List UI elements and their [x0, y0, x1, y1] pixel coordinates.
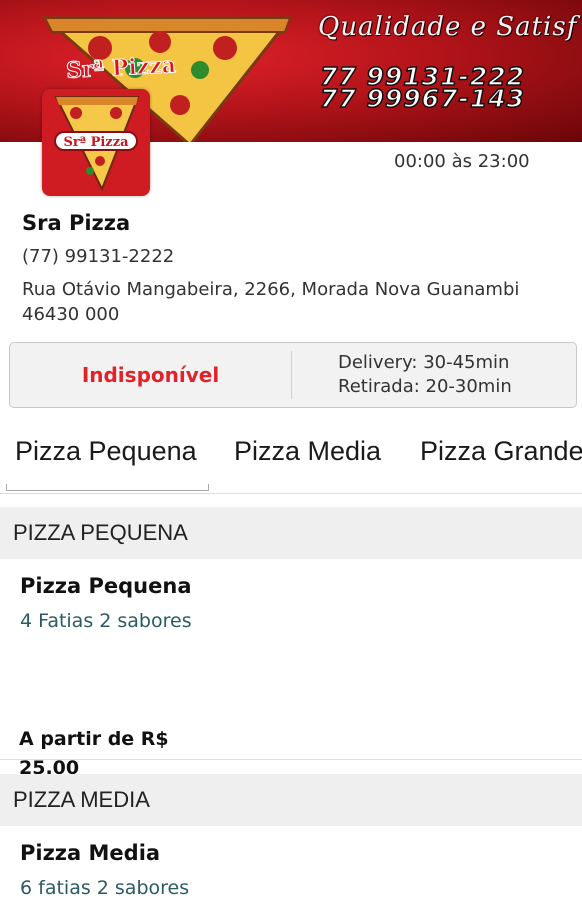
tabs-scrollbar[interactable]	[0, 484, 582, 492]
divider	[0, 759, 582, 760]
opening-hours: 00:00 às 23:00	[394, 151, 530, 172]
section-header-pizza-media: PIZZA MEDIA	[0, 774, 582, 826]
status-box: Indisponível Delivery: 30-45min Retirada…	[9, 342, 577, 408]
banner-slogan: Qualidade e Satisf	[318, 12, 578, 42]
store-phone[interactable]: (77) 99131-2222	[22, 246, 174, 267]
category-tabs: Pizza Pequena Pizza Media Pizza Grande	[0, 420, 582, 494]
tabs-scroll-thumb[interactable]	[6, 484, 209, 491]
item-title[interactable]: Pizza Media	[20, 841, 160, 865]
item-title[interactable]: Pizza Pequena	[20, 574, 192, 598]
store-logo: Srª Pizza	[42, 89, 150, 196]
tab-pizza-grande[interactable]: Pizza Grande	[420, 436, 582, 467]
item-description: 6 fatias 2 sabores	[20, 877, 190, 899]
banner-phone-2: 77 99967-143	[319, 83, 526, 114]
store-name: Sra Pizza	[22, 211, 131, 235]
section-header-pizza-pequena: PIZZA PEQUENA	[0, 507, 582, 559]
item-description: 4 Fatias 2 sabores	[20, 610, 192, 632]
tab-pizza-media[interactable]: Pizza Media	[234, 436, 381, 467]
availability-status: Indisponível	[81, 363, 220, 387]
delivery-time: Delivery: 30-45min	[338, 352, 510, 373]
store-address: Rua Otávio Mangabeira, 2266, Morada Nova…	[22, 279, 520, 325]
tab-pizza-pequena[interactable]: Pizza Pequena	[15, 436, 197, 467]
logo-text: Srª Pizza	[54, 131, 138, 151]
pickup-time: Retirada: 20-30min	[338, 376, 512, 397]
item-price-label: A partir de R$	[19, 728, 169, 750]
availability-cell: Indisponível	[10, 351, 292, 399]
time-estimates: Delivery: 30-45min Retirada: 20-30min	[292, 343, 576, 407]
